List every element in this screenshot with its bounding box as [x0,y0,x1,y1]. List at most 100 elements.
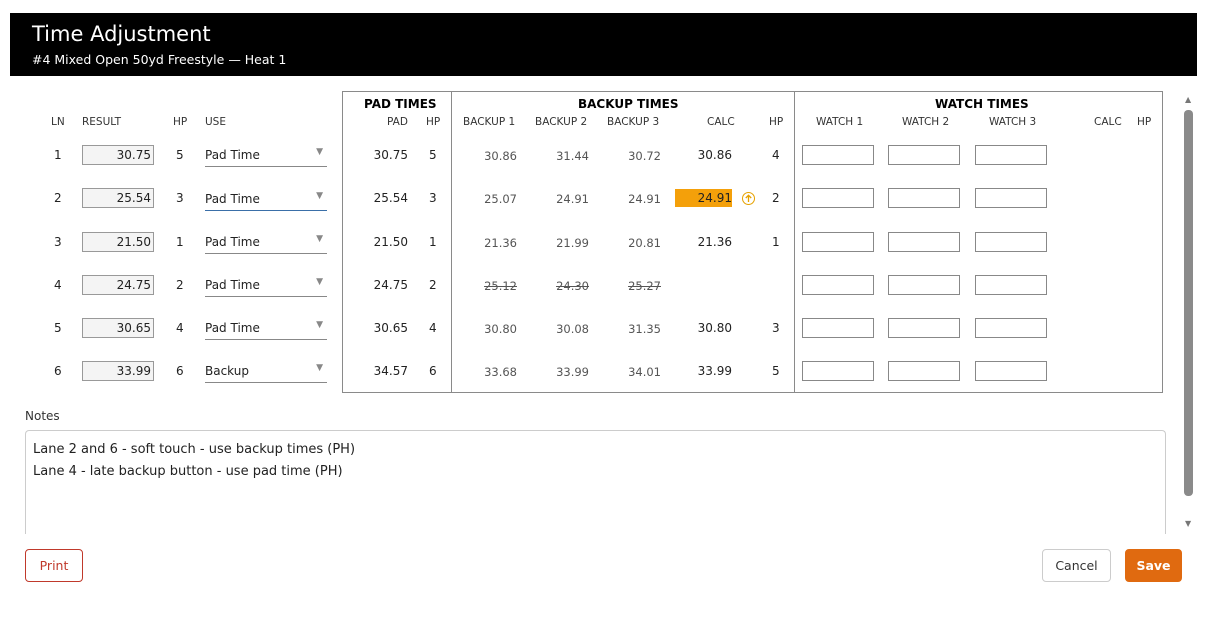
hp-value: 4 [176,321,184,335]
watch3-input[interactable] [975,232,1047,252]
watch3-input[interactable] [975,318,1047,338]
watch1-input[interactable] [802,318,874,338]
backup3-time: 30.72 [628,149,661,163]
backup-times-header: BACKUP TIMES [578,97,679,111]
header-backup3: BACKUP 3 [607,116,660,128]
result-field[interactable]: 25.54 [82,188,154,208]
hp-value: 1 [176,235,184,249]
dialog-title: Time Adjustment [32,22,211,46]
backup1-time: 25.07 [484,192,517,206]
use-select[interactable]: Pad Time ▼ [205,189,327,211]
hp-value: 3 [176,191,184,205]
backup-hp: 4 [772,148,780,162]
hp-value: 5 [176,148,184,162]
watch3-input[interactable] [975,188,1047,208]
divider [794,91,795,393]
scrollbar-thumb[interactable] [1184,110,1193,496]
calc-time: 33.99 [697,364,732,378]
pad-time: 24.75 [373,278,408,292]
watch2-input[interactable] [888,361,960,381]
header-calc: CALC [707,116,735,128]
watch2-input[interactable] [888,188,960,208]
use-select-value: Pad Time [205,235,260,249]
use-select[interactable]: Pad Time ▼ [205,232,327,254]
backup-hp: 3 [772,321,780,335]
lane-number: 4 [54,278,62,292]
watch1-input[interactable] [802,188,874,208]
calc-time: 30.86 [697,148,732,162]
pad-time: 30.65 [373,321,408,335]
use-select-value: Pad Time [205,148,260,162]
backup3-time: 31.35 [628,322,661,336]
use-select-value: Pad Time [205,192,260,206]
notes-line: Lane 2 and 6 - soft touch - use backup t… [33,442,356,457]
watch1-input[interactable] [802,275,874,295]
pad-time: 25.54 [373,191,408,205]
notes-label: Notes [25,409,60,423]
pad-hp: 1 [429,235,437,249]
pad-time: 30.75 [373,148,408,162]
scroll-up-icon[interactable]: ▲ [1185,95,1191,104]
dialog-header: Time Adjustment #4 Mixed Open 50yd Frees… [10,13,1197,76]
backup3-time-excluded: 25.27 [628,279,661,293]
header-backup2: BACKUP 2 [535,116,588,128]
print-button[interactable]: Print [25,549,83,582]
pad-time: 34.57 [373,364,408,378]
watch2-input[interactable] [888,318,960,338]
scroll-down-icon[interactable]: ▼ [1185,519,1191,528]
backup2-time: 30.08 [556,322,589,336]
use-select[interactable]: Backup ▼ [205,361,327,383]
header-backup1: BACKUP 1 [463,116,516,128]
backup2-time-excluded: 24.30 [556,279,589,293]
result-field[interactable]: 30.65 [82,318,154,338]
header-pad: PAD [387,116,408,128]
watch2-input[interactable] [888,145,960,165]
lane-number: 1 [54,148,62,162]
notes-line: Lane 4 - late backup button - use pad ti… [33,464,343,479]
calc-time: 21.36 [697,235,732,249]
watch3-input[interactable] [975,361,1047,381]
watch-times-header: WATCH TIMES [935,97,1029,111]
result-field[interactable]: 21.50 [82,232,154,252]
watch3-input[interactable] [975,145,1047,165]
calc-time: 24.91 [697,191,732,205]
header-ln: LN [51,116,65,128]
pad-hp: 5 [429,148,437,162]
backup-hp: 5 [772,364,780,378]
watch1-input[interactable] [802,232,874,252]
watch1-input[interactable] [802,145,874,165]
chevron-down-icon: ▼ [316,277,323,287]
chevron-down-icon: ▼ [316,363,323,373]
watch1-input[interactable] [802,361,874,381]
header-watch-hp: HP [1137,116,1152,128]
cancel-button[interactable]: Cancel [1042,549,1111,582]
save-button[interactable]: Save [1125,549,1182,582]
lane-number: 5 [54,321,62,335]
pad-hp: 2 [429,278,437,292]
backup-hp: 1 [772,235,780,249]
lane-number: 6 [54,364,62,378]
arrow-up-circle-icon[interactable] [742,192,755,205]
backup2-time: 24.91 [556,192,589,206]
result-field[interactable]: 24.75 [82,275,154,295]
chevron-down-icon: ▼ [316,234,323,244]
use-select[interactable]: Pad Time ▼ [205,318,327,340]
pad-hp: 6 [429,364,437,378]
use-select[interactable]: Pad Time ▼ [205,275,327,297]
watch2-input[interactable] [888,232,960,252]
header-hp: HP [173,116,188,128]
header-watch3: WATCH 3 [989,116,1037,128]
pad-times-header: PAD TIMES [364,97,437,111]
header-pad-hp: HP [426,116,441,128]
use-select-value: Backup [205,364,249,378]
backup2-time: 31.44 [556,149,589,163]
backup2-time: 33.99 [556,365,589,379]
use-select[interactable]: Pad Time ▼ [205,145,327,167]
chevron-down-icon: ▼ [316,320,323,330]
result-field[interactable]: 33.99 [82,361,154,381]
header-watch1: WATCH 1 [816,116,864,128]
watch2-input[interactable] [888,275,960,295]
result-field[interactable]: 30.75 [82,145,154,165]
watch3-input[interactable] [975,275,1047,295]
notes-textarea[interactable]: Lane 2 and 6 - soft touch - use backup t… [25,430,1166,534]
